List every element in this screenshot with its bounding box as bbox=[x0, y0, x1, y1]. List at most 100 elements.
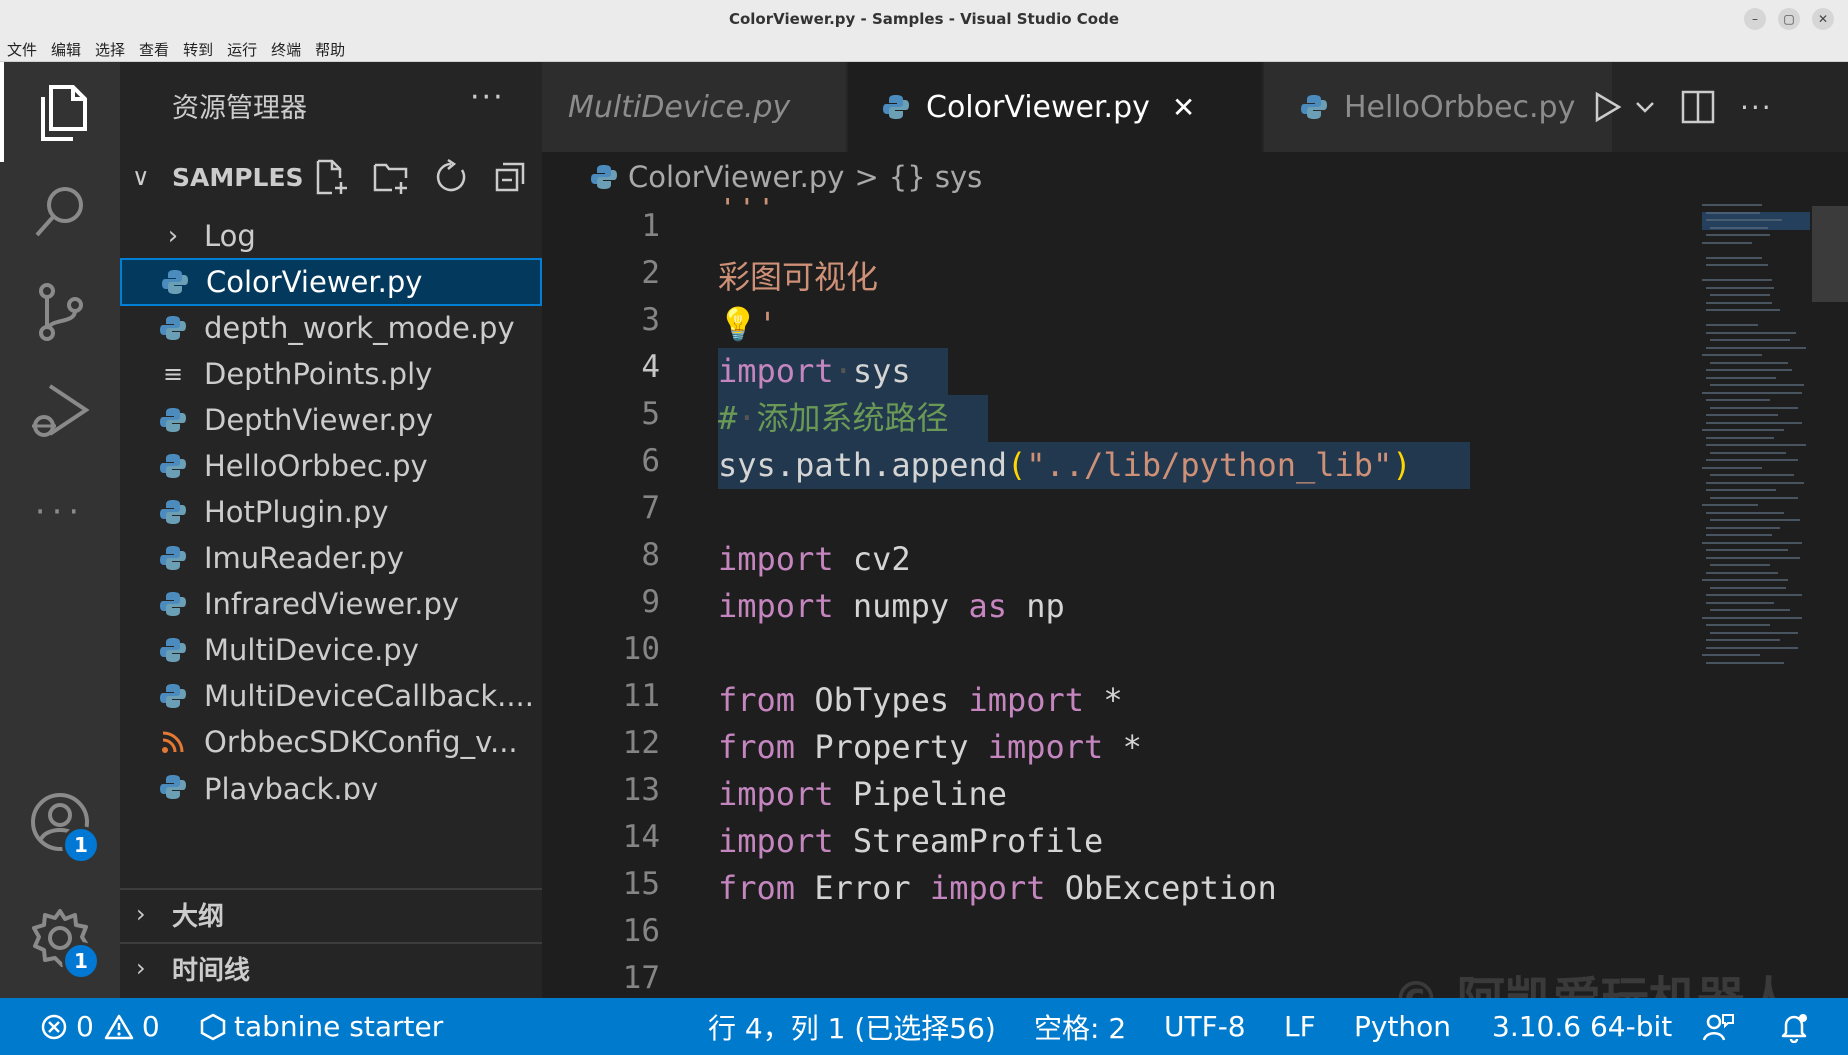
breadcrumb-separator: > bbox=[854, 160, 879, 194]
minimap-line bbox=[1710, 564, 1770, 566]
feedback-status[interactable] bbox=[1702, 998, 1734, 1055]
minimap-line bbox=[1706, 459, 1798, 461]
tab-colorviewer[interactable]: ColorViewer.py ✕ bbox=[848, 62, 1262, 152]
close-window-button[interactable]: ✕ bbox=[1812, 8, 1834, 30]
minimap-line bbox=[1710, 609, 1790, 611]
minimap-line bbox=[1706, 481, 1804, 484]
minimap-line bbox=[1706, 549, 1788, 551]
tree-item-file[interactable]: ColorViewer.py bbox=[120, 258, 542, 306]
minimap-line bbox=[1706, 234, 1770, 236]
explorer-activity[interactable] bbox=[0, 62, 120, 162]
close-tab-icon[interactable]: ✕ bbox=[1172, 91, 1195, 124]
tree-item-file[interactable]: ≡ DepthPoints.ply bbox=[120, 350, 542, 398]
python-file-icon bbox=[1300, 93, 1328, 121]
tree-item-file[interactable]: ImuReader.py bbox=[120, 534, 542, 582]
python-file-icon bbox=[160, 267, 190, 297]
timeline-panel-header[interactable]: › 时间线 bbox=[120, 942, 542, 992]
chevron-down-icon[interactable] bbox=[1634, 96, 1656, 118]
minimap-line bbox=[1706, 286, 1774, 289]
rss-file-icon bbox=[158, 727, 188, 757]
line-number: 2 bbox=[641, 255, 660, 291]
more-activity[interactable]: ··· bbox=[0, 462, 120, 562]
problems-status[interactable]: 0 0 bbox=[40, 998, 160, 1055]
accounts-activity[interactable]: 1 bbox=[0, 772, 120, 872]
tree-item-file[interactable]: MultiDevice.py bbox=[120, 626, 542, 674]
source-control-activity[interactable] bbox=[0, 262, 120, 362]
code-line: #·添加系统路径 bbox=[718, 399, 949, 437]
minimap-line bbox=[1702, 391, 1802, 394]
minimap[interactable] bbox=[1702, 200, 1810, 680]
line-number: 7 bbox=[641, 490, 660, 526]
minimap-line bbox=[1706, 639, 1780, 641]
menu-terminal[interactable]: 终端 bbox=[264, 39, 308, 60]
tree-item-file[interactable]: Playback.py bbox=[120, 764, 542, 800]
line-number: 12 bbox=[622, 725, 660, 761]
eol-status[interactable]: LF bbox=[1284, 998, 1316, 1055]
breadcrumb-symbol[interactable]: {} sys bbox=[889, 160, 983, 194]
window-title: ColorViewer.py - Samples - Visual Studio… bbox=[728, 10, 1120, 28]
minimap-line bbox=[1702, 541, 1802, 544]
code-line: import numpy as np bbox=[718, 587, 1065, 625]
tree-item-file[interactable]: HotPlugin.py bbox=[120, 488, 542, 536]
lightbulb-icon[interactable]: 💡 bbox=[718, 305, 758, 343]
line-number: 10 bbox=[622, 631, 660, 667]
run-icon[interactable] bbox=[1590, 90, 1624, 124]
menu-run[interactable]: 运行 bbox=[220, 39, 264, 60]
minimap-line bbox=[1710, 451, 1786, 454]
maximize-button[interactable]: ▢ bbox=[1778, 8, 1800, 30]
bell-icon bbox=[1781, 1013, 1807, 1043]
menu-file[interactable]: 文件 bbox=[0, 39, 44, 60]
warning-icon bbox=[104, 1014, 134, 1039]
search-icon bbox=[35, 187, 83, 237]
outline-panel-header[interactable]: › 大纲 bbox=[120, 888, 542, 938]
minimap-line bbox=[1706, 661, 1784, 664]
breadcrumb: ColorViewer.py > {} sys bbox=[590, 155, 982, 199]
notifications-status[interactable] bbox=[1778, 998, 1810, 1055]
tree-item-folder[interactable]: › Log bbox=[120, 212, 542, 260]
language-status[interactable]: Python bbox=[1354, 998, 1451, 1055]
tabnine-icon bbox=[200, 1013, 226, 1040]
minimap-line bbox=[1706, 601, 1774, 604]
cursor-position-status[interactable]: 行 4，列 1 (已选择56) bbox=[708, 998, 996, 1055]
minimap-line bbox=[1702, 354, 1762, 356]
chevron-right-icon: › bbox=[136, 900, 146, 928]
menu-go[interactable]: 转到 bbox=[176, 39, 220, 60]
menu-help[interactable]: 帮助 bbox=[308, 39, 352, 60]
tab-helloorbbec[interactable]: HelloOrbbec.py bbox=[1264, 62, 1612, 152]
tree-item-file[interactable]: OrbbecSDKConfig_v... bbox=[120, 718, 542, 766]
tree-item-file[interactable]: depth_work_mode.py bbox=[120, 304, 542, 352]
minimap-line bbox=[1706, 301, 1772, 304]
tabnine-status[interactable]: tabnine starter bbox=[200, 998, 443, 1055]
breadcrumb-file[interactable]: ColorViewer.py bbox=[628, 160, 844, 194]
tree-item-file[interactable]: HelloOrbbec.py bbox=[120, 442, 542, 490]
minimap-line bbox=[1706, 309, 1780, 311]
indentation-status[interactable]: 空格: 2 bbox=[1034, 998, 1126, 1055]
menu-view[interactable]: 查看 bbox=[132, 39, 176, 60]
tree-item-file[interactable]: DepthViewer.py bbox=[120, 396, 542, 444]
line-number: 15 bbox=[622, 866, 660, 902]
encoding-status[interactable]: UTF-8 bbox=[1164, 998, 1246, 1055]
minimap-line bbox=[1706, 324, 1758, 326]
minimap-line bbox=[1702, 466, 1762, 469]
more-actions-icon[interactable]: ··· bbox=[1740, 91, 1773, 124]
split-editor-icon[interactable] bbox=[1680, 89, 1716, 125]
code-line: import·sys bbox=[718, 352, 911, 390]
menu-edit[interactable]: 编辑 bbox=[44, 39, 88, 60]
manage-activity[interactable]: 1 bbox=[0, 888, 120, 988]
python-file-icon bbox=[158, 451, 188, 481]
minimap-line bbox=[1702, 579, 1788, 581]
interpreter-status[interactable]: 3.10.6 64-bit bbox=[1492, 998, 1672, 1055]
editor-scrollbar[interactable] bbox=[1812, 206, 1848, 302]
minimap-line bbox=[1710, 519, 1800, 521]
search-activity[interactable] bbox=[0, 162, 120, 262]
status-bar: 0 0 tabnine starter 行 4，列 1 (已选择56) 空格: … bbox=[0, 998, 1848, 1055]
tree-item-file[interactable]: InfraredViewer.py bbox=[120, 580, 542, 628]
minimap-line bbox=[1710, 406, 1798, 409]
menu-selection[interactable]: 选择 bbox=[88, 39, 132, 60]
tree-item-file[interactable]: MultiDeviceCallback.... bbox=[120, 672, 542, 720]
run-debug-activity[interactable] bbox=[0, 362, 120, 462]
minimize-button[interactable]: – bbox=[1744, 8, 1766, 30]
tab-multidevice[interactable]: MultiDevice.py bbox=[542, 62, 846, 152]
minimap-line bbox=[1706, 414, 1778, 416]
python-file-icon bbox=[158, 497, 188, 527]
